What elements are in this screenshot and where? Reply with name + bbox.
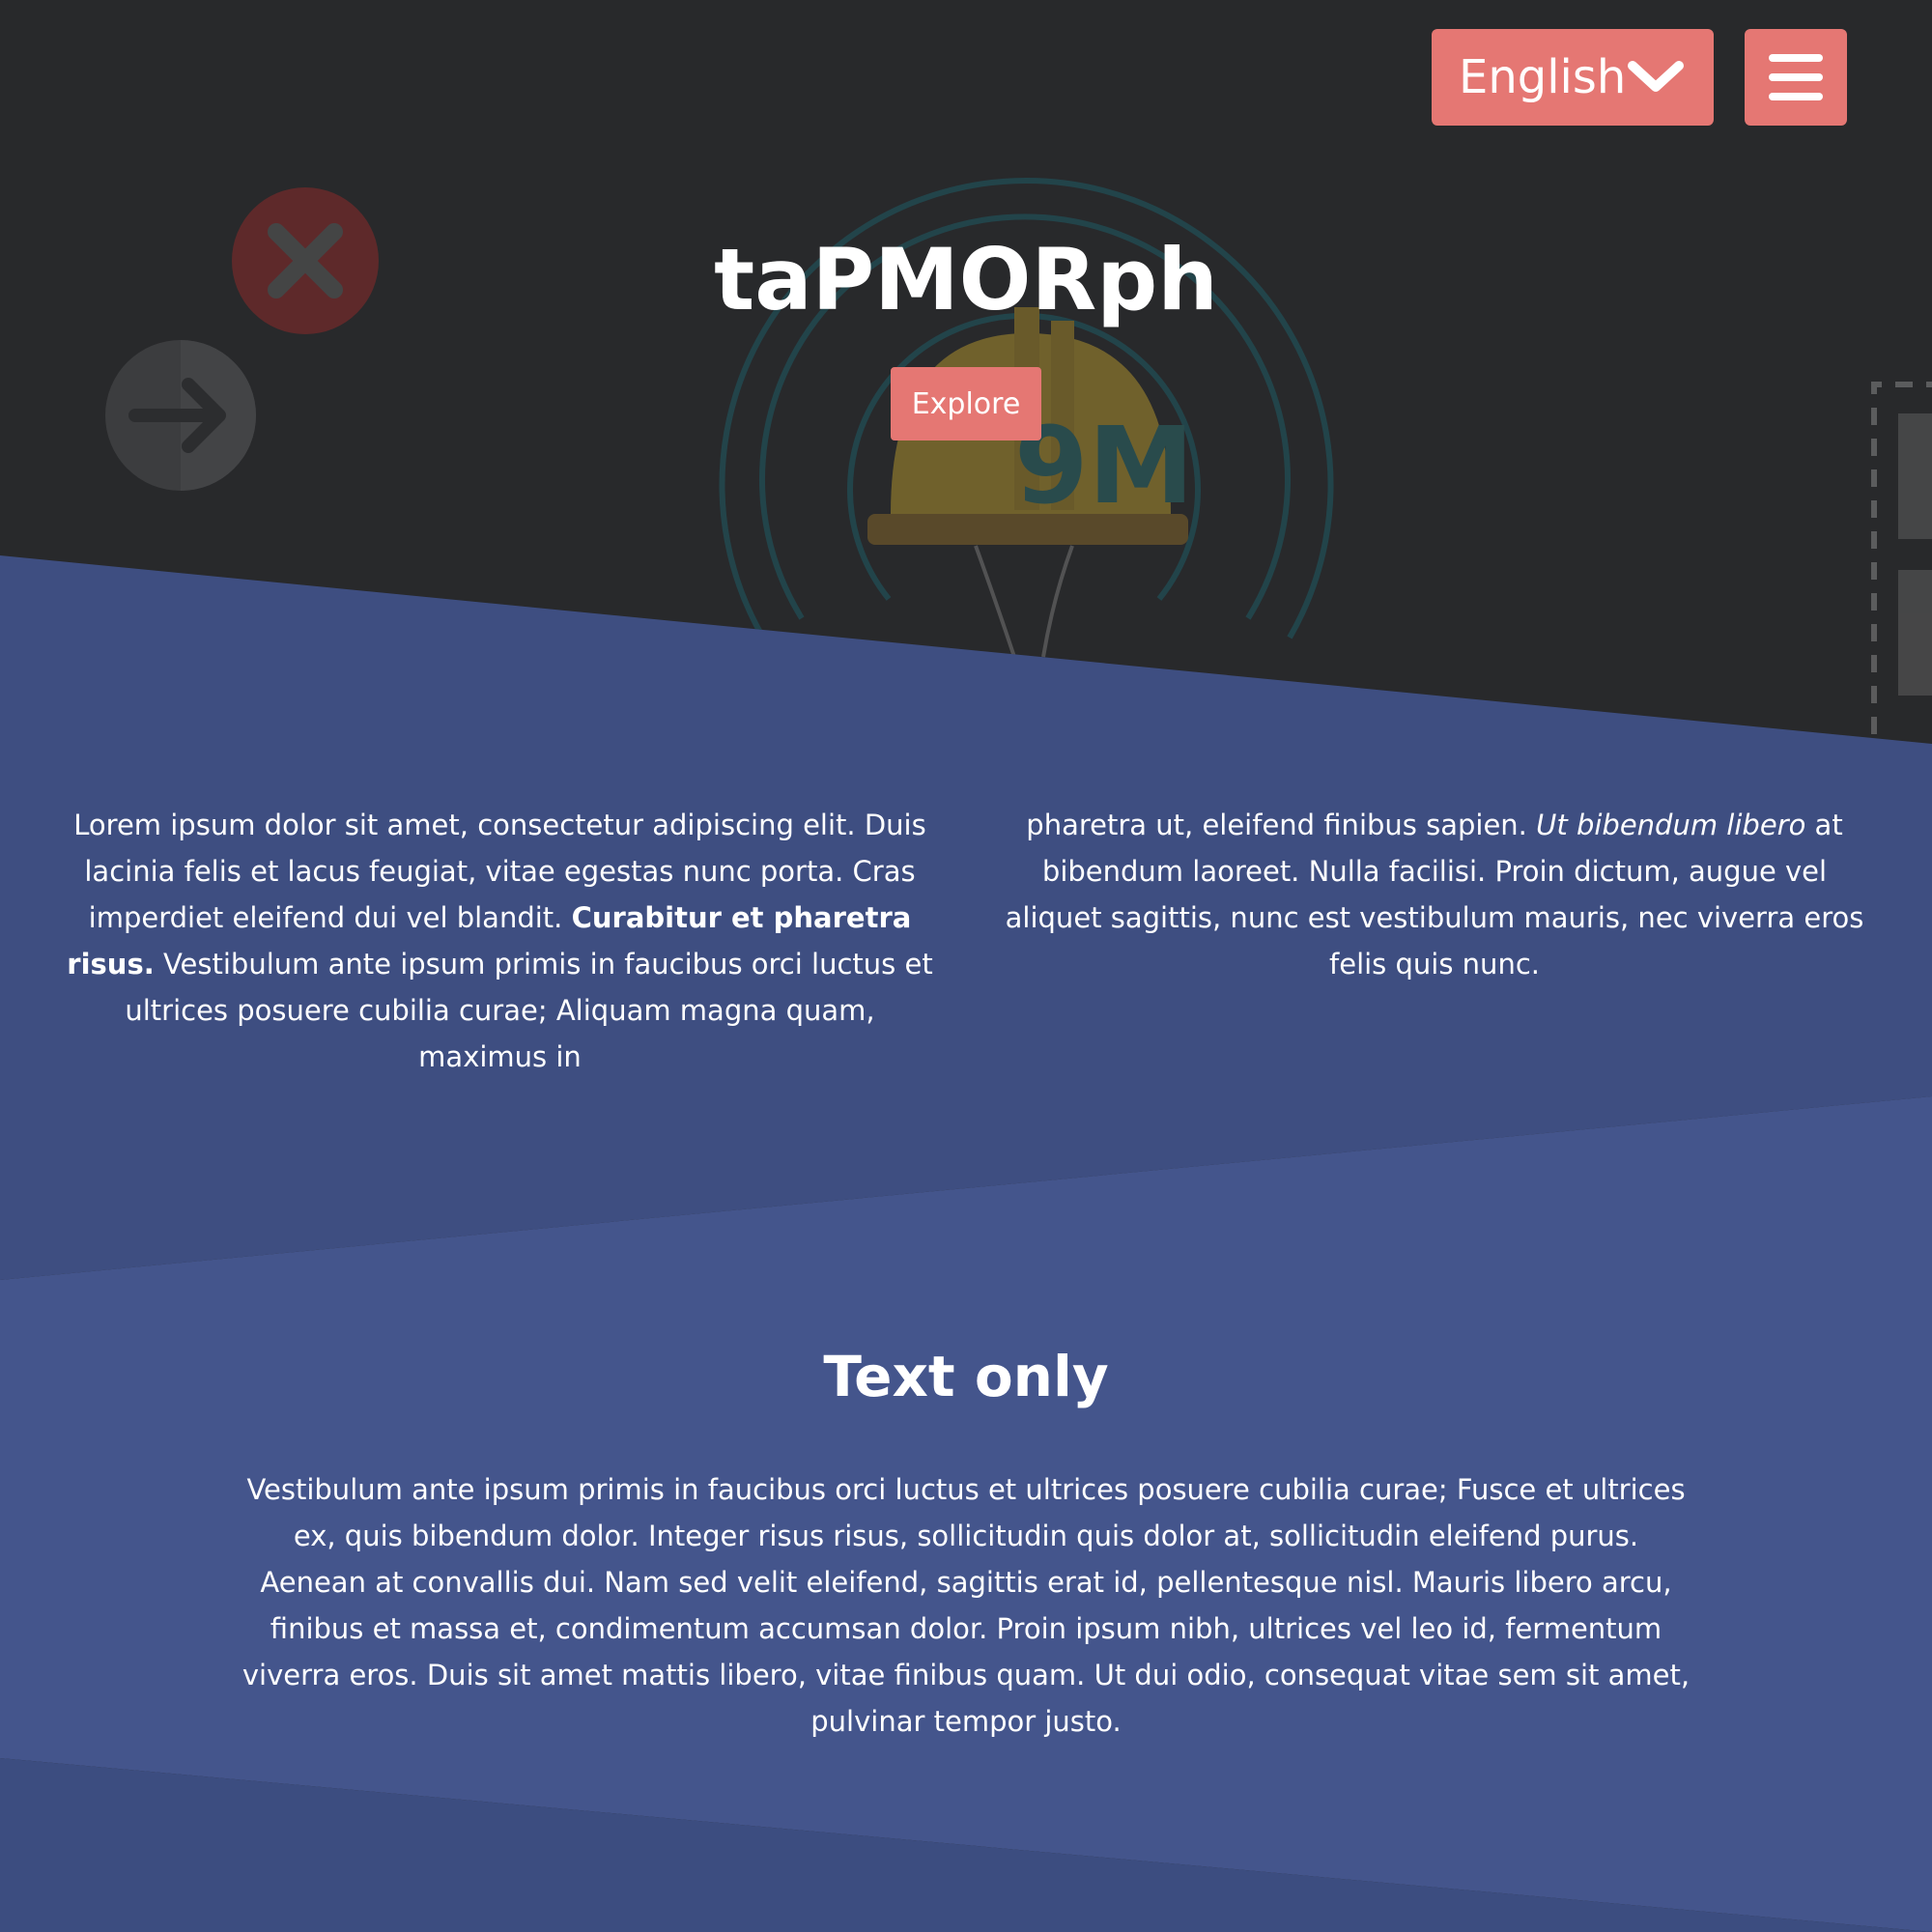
- language-select[interactable]: English: [1432, 29, 1714, 126]
- hamburger-menu-icon: [1769, 54, 1823, 100]
- chevron-down-icon: [1628, 61, 1684, 92]
- text-only-title: Text only: [823, 1344, 1109, 1409]
- intro-right-paragraph: pharetra ut, eleifend finibus sapien. Ut…: [995, 802, 1874, 987]
- menu-button[interactable]: [1745, 29, 1847, 126]
- intro-left-text-end: Vestibulum ante ipsum primis in faucibus…: [125, 948, 933, 1073]
- intro-right-text: pharetra ut, eleifend finibus sapien.: [1026, 809, 1537, 841]
- explore-button[interactable]: Explore: [891, 367, 1041, 440]
- language-select-label: English: [1459, 50, 1627, 104]
- text-only-body: Vestibulum ante ipsum primis in faucibus…: [242, 1473, 1690, 1738]
- intro-left-paragraph: Lorem ipsum dolor sit amet, consectetur …: [58, 802, 942, 1080]
- intro-right-italic-text: Ut bibendum libero: [1536, 809, 1806, 841]
- page: 9M English taPMORph Explore Lorem ipsum …: [0, 0, 1932, 1932]
- hero-title: taPMORph: [714, 230, 1218, 329]
